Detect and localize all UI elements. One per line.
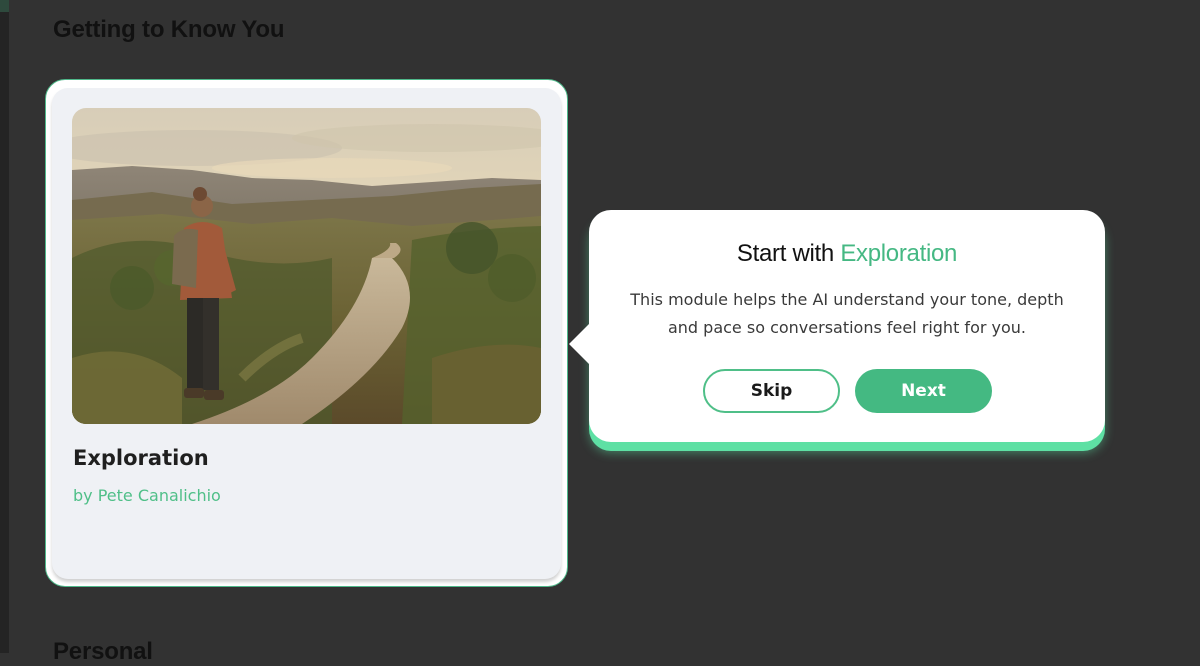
tooltip-description: This module helps the AI understand your… (630, 290, 1064, 337)
tooltip-heading: Start with Exploration (589, 240, 1105, 268)
next-button[interactable]: Next (855, 369, 992, 413)
section-title: Getting to Know You (53, 16, 285, 43)
next-section-title: Personal (53, 638, 153, 665)
onboarding-tooltip: Start with Exploration This module helps… (569, 210, 1105, 442)
tooltip-heading-prefix: Start with (736, 240, 841, 267)
skip-button[interactable]: Skip (703, 369, 840, 413)
left-edge-strip (0, 0, 9, 653)
tooltip-pointer (569, 324, 589, 364)
tooltip-heading-accent: Exploration (840, 240, 958, 267)
module-title: Exploration (73, 446, 209, 470)
module-author[interactable]: by Pete Canalichio (73, 486, 221, 505)
module-card-highlight: Exploration by Pete Canalichio (45, 79, 568, 587)
module-card-image (72, 108, 541, 424)
module-card[interactable]: Exploration by Pete Canalichio (52, 88, 561, 579)
